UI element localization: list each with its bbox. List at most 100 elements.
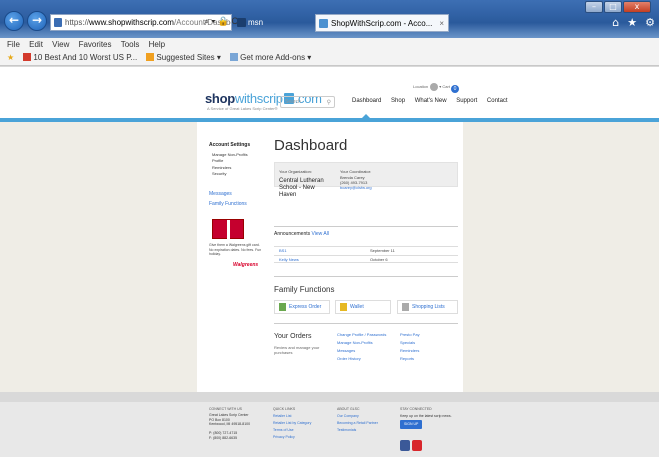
announcement-title[interactable]: BS1 [279,247,287,254]
forward-button[interactable]: → [27,11,47,31]
coordinator-email-link[interactable]: bcarey@clsfw.org [340,185,372,190]
announcement-date: October 6 [370,257,388,262]
reports-link[interactable]: Reports [400,355,420,363]
footer-link[interactable]: Our Company [337,413,378,420]
maximize-button[interactable]: □ [604,1,622,13]
cart-count-badge[interactable]: 0 [451,85,460,93]
footer-about-column: ABOUT GLSC Our Company Becoming a Retail… [337,406,378,434]
wallet-button[interactable]: Wallet [335,300,391,314]
url-prefix: https:// [65,18,90,27]
search-icon[interactable]: ⚲ [327,98,331,108]
footer-link[interactable]: Testimonials [337,427,378,434]
main-nav: Dashboard Shop What's New Support Contac… [352,98,516,104]
page-icon [146,53,155,61]
location-link[interactable]: Location [413,84,428,89]
footer-link[interactable]: Privacy Policy [273,434,311,441]
settings-gear-icon[interactable]: ⚙ [645,16,655,29]
footer-heading: STAY CONNECTED [400,407,432,411]
page-title: Dashboard [274,137,348,154]
footer-link[interactable]: Becoming a Retail Partner [337,420,378,427]
favorite-get-addons[interactable]: Get more Add-ons ▾ [230,51,311,65]
organization-label: Your Organization: [279,169,312,174]
menu-bar: File Edit View Favorites Tools Help [0,38,659,51]
footer-stay-connected-column: STAY CONNECTED Keep up on the latest scr… [400,406,452,429]
shopping-lists-button[interactable]: Shopping Lists [397,300,458,314]
family-functions-heading: Family Functions [274,285,335,294]
footer-address-line: Great Lakes Scrip Center [209,413,249,417]
walgreens-logo[interactable]: Walgreens [233,262,258,268]
sidebar-family-functions-link[interactable]: Family Functions [209,201,247,207]
footer-heading: ABOUT GLSC [337,407,360,411]
footer-newsletter-text: Keep up on the latest scrip news. [400,414,452,418]
browser-right-icons: ⌂ ★ ⚙ [604,16,655,29]
sidebar-item-security[interactable]: Security [212,171,248,177]
nav-shop[interactable]: Shop [391,98,405,104]
site-tagline: A Service of Great Lakes Scrip Center® [207,106,278,111]
change-profile-link[interactable]: Change Profile / Passwords [337,331,386,339]
nav-whats-new[interactable]: What's New [415,98,447,104]
cart-link[interactable]: Cart [442,84,450,89]
manage-non-profits-link[interactable]: Manage Non-Profits [337,339,386,347]
footer-link[interactable]: Terms of Use [273,427,311,434]
back-button[interactable]: ← [4,11,24,31]
order-history-link[interactable]: Order History [337,355,386,363]
walgreens-gift-card-image[interactable] [212,219,244,240]
specials-link[interactable]: Specials [400,339,420,347]
footer-heading: CONNECT WITH US [209,407,242,411]
msn-icon [237,18,246,27]
home-icon[interactable]: ⌂ [612,16,619,29]
tab-msn[interactable]: msn [234,14,302,32]
avatar-icon[interactable] [430,83,439,91]
page-icon [230,53,239,61]
menu-edit[interactable]: Edit [29,38,43,51]
menu-tools[interactable]: Tools [121,38,140,51]
site-favicon-icon [54,18,62,27]
favorite-suggested-sites[interactable]: Suggested Sites ▾ [146,51,221,65]
facebook-icon[interactable] [400,440,410,451]
nav-contact[interactable]: Contact [487,98,508,104]
messages-link[interactable]: Messages [337,347,386,355]
order-links-column-1: Change Profile / Passwords Manage Non-Pr… [337,331,386,363]
close-tab-icon[interactable]: × [439,15,444,31]
table-row[interactable]: Kelly News October 6 [274,255,458,263]
order-links-column-2: Presto Pay Specials Reminders Reports [400,331,420,363]
account-settings-heading: Account Settings [209,142,251,148]
favorites-star-icon[interactable]: ★ [7,51,14,65]
nav-dashboard[interactable]: Dashboard [352,98,381,104]
menu-view[interactable]: View [52,38,69,51]
favorites-star-icon[interactable]: ★ [627,16,637,29]
favorite-link-10best[interactable]: 10 Best And 10 Worst US P... [23,51,137,65]
divider [274,226,458,227]
footer-connect-column: CONNECT WITH US Great Lakes Scrip Center… [209,406,250,440]
page-icon [23,53,32,61]
nav-support[interactable]: Support [456,98,477,104]
express-order-button[interactable]: Express Order [274,300,330,314]
youtube-icon[interactable] [412,440,422,451]
sidebar-messages-link[interactable]: Messages [209,191,232,197]
address-bar-icons[interactable]: ⌕ ▾ 🔒 C [204,14,238,29]
divider [274,276,458,277]
menu-file[interactable]: File [7,38,20,51]
close-window-button[interactable]: x [623,1,651,13]
table-row[interactable]: BS1 September 11 [274,246,458,254]
view-all-link[interactable]: View All [312,231,329,237]
menu-help[interactable]: Help [149,38,165,51]
organization-name: Central Lutheran School - New Haven [279,178,324,198]
divider [274,323,458,324]
announcement-title[interactable]: Kelly News [279,256,299,263]
reminders-link[interactable]: Reminders [400,347,420,355]
menu-favorites[interactable]: Favorites [79,38,112,51]
your-orders-description: Review and manage your purchases [274,345,320,355]
footer-link[interactable]: Retailer List [273,413,311,420]
account-settings-list: Manage Non-Profits Profile Reminders Sec… [212,152,248,177]
footer-link[interactable]: Retailer List by Category [273,420,311,427]
sign-up-button[interactable]: SIGN UP [400,420,423,429]
presto-pay-link[interactable]: Presto Pay [400,331,420,339]
minimize-button[interactable]: – [585,1,603,13]
tab-label: msn [248,18,264,27]
announcement-date: September 11 [370,248,395,253]
tab-label: ShopWithScrip.com - Acco... [331,19,433,28]
tab-shopwithscrip[interactable]: ShopWithScrip.com - Acco... × [315,14,449,32]
url-domain: www.shopwithscrip.com [89,18,174,27]
search-input[interactable]: Search ⚲ [280,96,335,108]
